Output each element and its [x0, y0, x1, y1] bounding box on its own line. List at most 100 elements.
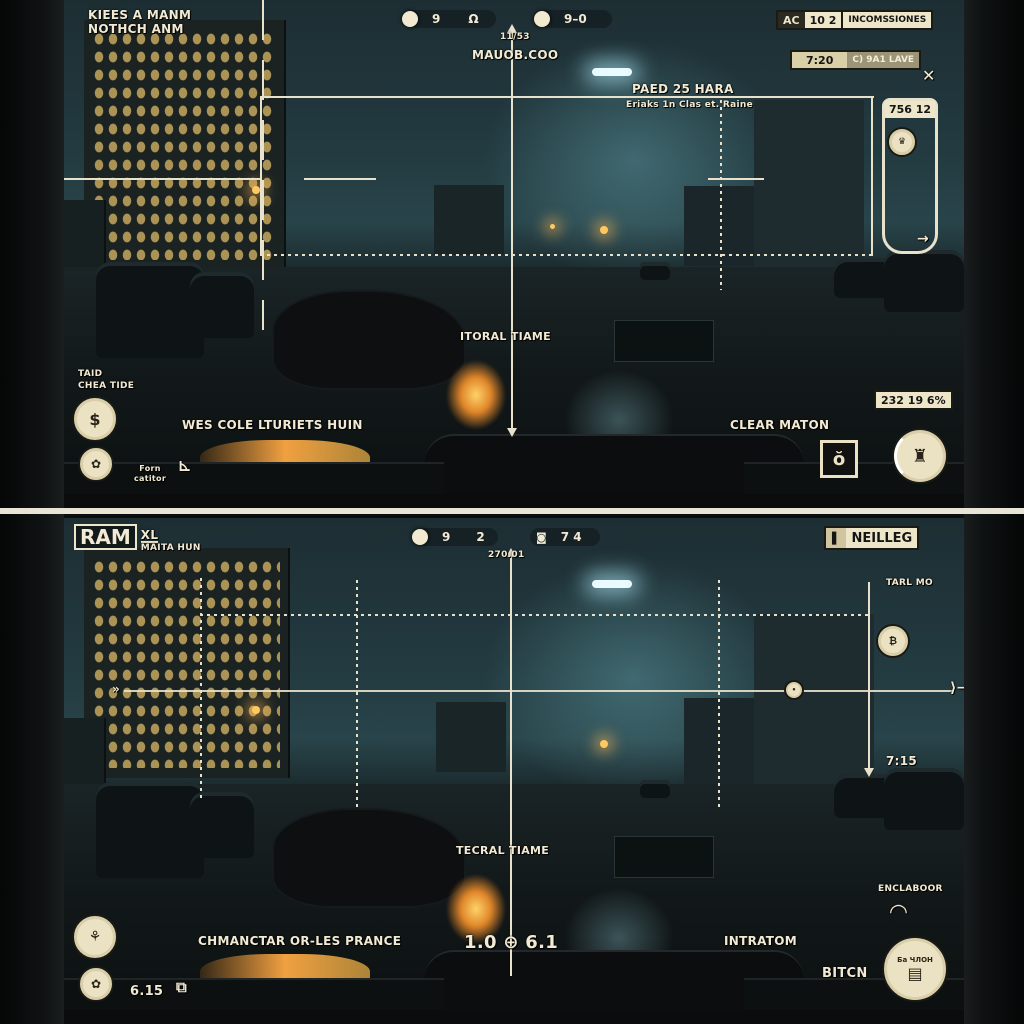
badge-sub: XL [140, 528, 159, 543]
down-arrow-icon [507, 428, 517, 437]
street-lamp [252, 706, 260, 714]
side-label: TARL MO [886, 578, 933, 588]
center-reticle-line [511, 30, 513, 432]
timer-tag: 7:20 C) 9A1 LAVE [790, 50, 922, 70]
right-scale-line [868, 582, 870, 772]
status-value: 10 2 [804, 12, 844, 28]
overhead-lamp [592, 68, 632, 76]
timer-value: 7:20 [792, 52, 848, 68]
horizon-line [708, 178, 764, 180]
vehicle-wreck [274, 292, 464, 388]
side-time: 7:15 [886, 754, 918, 768]
gear-icon[interactable]: ✿ [80, 968, 112, 1000]
right-bezel [964, 0, 1024, 508]
left-value: 6.15 [130, 984, 164, 999]
guide-line [262, 0, 264, 330]
timer-label: C) 9A1 LAVE [847, 52, 920, 68]
civic-building [754, 100, 864, 270]
target-box-top [200, 614, 868, 616]
vehicle-dash [64, 462, 444, 494]
distant-car [640, 780, 670, 798]
center-label: ITORAL TIAME [460, 330, 551, 343]
name-tag: ▌ NEILLEG [824, 526, 920, 550]
header-title-line: KIEES A MANM [88, 8, 192, 22]
stat-value: 9–0 [564, 12, 587, 26]
heading-label: MAUOB.COO [472, 48, 559, 62]
gauge-value: 756 12 [885, 101, 935, 118]
parked-car [884, 768, 964, 830]
stat-value: Ω [468, 12, 479, 26]
small-label-line: catitor [134, 474, 167, 483]
stat-value: 9 [442, 530, 451, 544]
ability-icon[interactable]: ⚘ [74, 916, 116, 958]
name-tag-label: NEILLEG [846, 528, 918, 548]
distant-car [640, 262, 670, 280]
civic-building [754, 614, 874, 790]
parked-car [190, 272, 254, 338]
street-lamp [600, 740, 608, 748]
fire [446, 360, 506, 430]
small-label: Forn catitor [134, 464, 166, 484]
status-label: INCOMSSIONES [843, 12, 932, 28]
status-dot-icon [534, 11, 550, 27]
street-lamp [550, 224, 555, 229]
guide-line [720, 100, 722, 290]
debris-crate [614, 320, 714, 362]
status-dot-icon [412, 529, 428, 545]
header-title: KIEES A MANM NOTHCH ANM [88, 8, 191, 36]
guide-line [356, 580, 358, 808]
close-icon[interactable]: ✕ [922, 66, 936, 85]
target-box-left [200, 578, 202, 798]
arrow-right-icon[interactable]: → [917, 231, 929, 247]
castle-ability-button[interactable]: ♜ [894, 430, 946, 482]
objective-text: WES COLE LTURIETS HUIN [182, 418, 363, 432]
guide-line [718, 580, 720, 810]
vehicle-wreck [274, 810, 464, 906]
top-right-label: ENCLABOOR [878, 884, 943, 894]
parked-car [190, 792, 254, 858]
parked-car [96, 262, 204, 358]
parked-car [96, 782, 204, 878]
horizon-line [124, 690, 954, 692]
debris-crate [614, 836, 714, 878]
stat-value: 2 [476, 530, 485, 544]
secondary-label: BITCN [822, 966, 868, 981]
bomb-action-button[interactable]: ŏ [820, 440, 858, 478]
badge-detail: XL MAITA HUN [140, 524, 201, 554]
gear-icon[interactable]: ✿ [80, 448, 112, 480]
left-status: TAID CHEA TIDE [78, 368, 134, 392]
ability-icon[interactable]: $ [74, 398, 116, 440]
target-box-right [871, 96, 873, 256]
hotel-building [84, 20, 286, 270]
overhead-lamp [592, 580, 632, 588]
stat-pill: 9–0 [534, 10, 612, 28]
objective-text: CHMANCTAR OR-LES PRANCE [198, 934, 402, 948]
action-label: INTRATOM [724, 934, 798, 948]
percent-readout: 232 19 6% [874, 390, 953, 410]
heading-value: 11/53 [500, 32, 530, 42]
fuel-icon: ₿ [878, 626, 908, 656]
target-title: PAED 25 HARA [632, 82, 734, 96]
percent-value: 232 19 6% [876, 392, 951, 408]
header-title-line: NOTHCH ANM [88, 22, 184, 36]
stat-pill: ◙ 7 4 [530, 528, 600, 546]
target-box-bottom [260, 254, 872, 256]
map-icon: ▤ [907, 963, 923, 983]
stat-value: 7 4 [560, 530, 582, 544]
top-view-panel: KIEES A MANM NOTHCH ANM 9 Ω 9–0 11/53 MA… [0, 0, 1024, 508]
map-ability-button[interactable]: Ба ЧЛОН ▤ [884, 938, 946, 1000]
horizon-line [304, 178, 376, 180]
street-lamp [252, 186, 260, 194]
stat-pill: 9 Ω [402, 10, 496, 28]
left-status-line: TAID [78, 369, 103, 379]
small-label-line: Forn [139, 464, 161, 473]
status-tag: AC 10 2 INCOMSSIONES [776, 10, 934, 30]
right-bezel [964, 514, 1024, 1024]
game-viewport-top: KIEES A MANM NOTHCH ANM 9 Ω 9–0 11/53 MA… [64, 0, 964, 494]
status-dot-icon [402, 11, 418, 27]
side-gauge: 756 12 ♛ → [882, 98, 938, 254]
crest-icon: ♛ [889, 129, 915, 155]
round-icon-caption: Ба ЧЛОН [897, 955, 933, 964]
chevron-right-icon: » [112, 682, 121, 696]
status-code: AC [778, 12, 805, 28]
